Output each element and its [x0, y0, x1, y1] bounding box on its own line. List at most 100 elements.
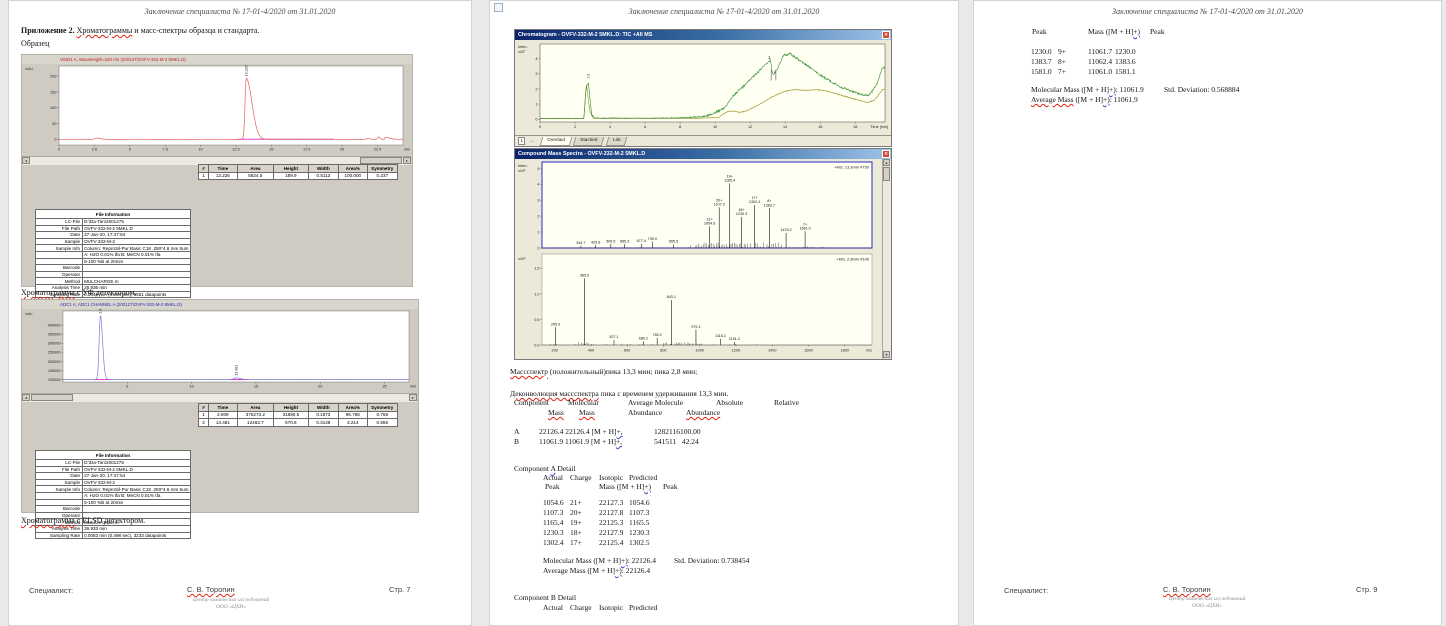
fileinfo-row: A: H2O 0.01% tfa B: MeCN 0.01% tfa [36, 492, 191, 499]
org-line-1: Центр химических исследований [1117, 596, 1297, 602]
scrollbar-thumb[interactable] [883, 167, 890, 181]
tab-overlaid[interactable]: Overlaid [540, 137, 572, 146]
svg-text:10: 10 [713, 125, 717, 129]
fileinfo-value: OVFV-332-M-2 5MKL.D [82, 225, 190, 232]
col-header: Area% [339, 165, 367, 173]
scroll-up-icon[interactable] [883, 159, 890, 166]
scroll-left-icon[interactable] [22, 394, 30, 401]
page-header-title: Заключение специалиста № 17-01-4/2020 от… [9, 7, 471, 16]
cell: 1 [199, 411, 209, 419]
component-id: B [514, 437, 519, 446]
close-icon[interactable] [882, 31, 890, 39]
document-page-8[interactable]: Заключение специалиста № 17-01-4/2020 от… [489, 0, 959, 626]
scroll-down-icon[interactable] [883, 351, 890, 358]
fileinfo-title: File Information [36, 210, 191, 219]
document-page-9[interactable]: Заключение специалиста № 17-01-4/2020 от… [973, 0, 1442, 626]
fileinfo-value: 5-100 %B at 20min [82, 258, 190, 265]
cell: 12463.7 [237, 419, 274, 427]
scroll-right-icon[interactable] [409, 394, 417, 401]
cell: 2 [199, 419, 209, 427]
cell: 19+ [570, 518, 582, 527]
col-header: Width [308, 165, 338, 173]
cell: 96.786 [339, 411, 367, 419]
average-mass-line: Average Mass ([M + H]+): 22126.4 [543, 566, 650, 575]
scroll-left-icon[interactable] [22, 157, 30, 164]
svg-text:Time [min]: Time [min] [870, 125, 888, 129]
svg-text:19+: 19+ [727, 175, 733, 179]
cell: 1054.6 [629, 498, 650, 507]
window-title-bar[interactable]: Compound Mass Spectra - OVFV-332-M-2 5MK… [515, 149, 891, 159]
embedded-screenshot-elsd-chromatogram: ADC1 A, ADC1 CHANNEL A (200127\OVFV-332-… [21, 299, 419, 513]
svg-text:x10⁶: x10⁶ [518, 257, 526, 261]
col-header: # [199, 404, 209, 412]
cell: 1230.3 [543, 528, 564, 537]
fileinfo-label: Sample [36, 238, 83, 245]
svg-text:x10⁵: x10⁵ [518, 169, 526, 173]
horizontal-scrollbar[interactable] [22, 393, 417, 402]
svg-text:20: 20 [340, 148, 344, 152]
col-header: Width [308, 404, 338, 412]
fileinfo-value: A: H2O 0.01% tfa B: MeCN 0.01% tfa [82, 492, 190, 499]
fileinfo-row: 5-100 %B at 20min [36, 258, 191, 265]
page-header-title: Заключение специалиста № 17-01-4/2020 от… [490, 7, 958, 16]
integration-results-table: #TimeAreaHeightWidthArea%Symmetry12.9093… [198, 403, 398, 427]
col-header: Peak [545, 482, 560, 491]
fileinfo-value [82, 265, 190, 272]
fileinfo-label: Method [36, 278, 83, 285]
svg-text:677.4: 677.4 [637, 239, 646, 243]
uv-chromatogram-plot: 20015010050002.557.51012.51517.52022.5mi… [23, 64, 411, 156]
cell: 22125.4 [599, 538, 623, 547]
svg-text:5: 5 [126, 385, 128, 389]
tab-list[interactable]: List [605, 137, 627, 146]
svg-text:0: 0 [535, 118, 537, 122]
cell: 22127.8 [599, 508, 623, 517]
svg-text:509.5: 509.5 [606, 239, 615, 243]
fileinfo-label [36, 258, 83, 265]
close-icon[interactable] [882, 150, 890, 158]
svg-text:17+: 17+ [751, 196, 757, 200]
col-header: Predicted [629, 603, 657, 612]
svg-text:4: 4 [609, 125, 611, 129]
svg-text:8+: 8+ [767, 199, 771, 203]
svg-text:527.1: 527.1 [609, 335, 618, 339]
svg-text:x10⁷: x10⁷ [518, 50, 526, 54]
col-header: Actual [543, 603, 563, 612]
tab-stacked[interactable]: Stacked [573, 137, 605, 146]
scrollbar-thumb[interactable] [31, 394, 73, 401]
fileinfo-value: D:\Da-Tan\2001275 [82, 219, 190, 226]
dec-rest: пика с временем удерживания 13,3 мин. [599, 389, 729, 398]
scroll-right-icon[interactable] [403, 157, 411, 164]
col-header: Мass [579, 408, 595, 417]
svg-text:425.8: 425.8 [591, 240, 600, 244]
svg-text:17.5: 17.5 [303, 148, 310, 152]
table-row: 213.48112463.7570.60.31483.2140.556 [199, 419, 398, 427]
specialist-label: Специалист: [29, 586, 73, 595]
svg-text:7+: 7+ [803, 222, 807, 226]
average-mass-line: Average Mass ([M + H]+): 11061.9 [1031, 95, 1138, 104]
document-page-7[interactable]: Заключение специалиста № 17-01-4/2020 от… [8, 0, 472, 626]
col-header: Charge [570, 603, 592, 612]
fileinfo-label: Date [36, 232, 83, 239]
fileinfo-value: OVFV-332-M-2 5MKL.D [82, 466, 190, 473]
svg-text:1581.0: 1581.0 [799, 226, 810, 230]
col-header: Height [274, 404, 309, 412]
svg-text:0.0: 0.0 [534, 343, 539, 347]
cell: 100.000 [339, 172, 367, 180]
svg-text:10: 10 [198, 148, 202, 152]
svg-text:1000: 1000 [696, 349, 704, 353]
svg-text:150000: 150000 [48, 369, 61, 373]
scrollbar-thumb[interactable] [360, 157, 402, 164]
svg-text:3: 3 [537, 199, 539, 203]
trace-index-badge: 1 [518, 137, 525, 145]
fileinfo-label: Operator [36, 271, 83, 278]
cell: 0.556 [367, 419, 398, 427]
caption-uv-rest: с УФ детектором. [75, 288, 137, 297]
appendix-rest: и масс-спектры образца и стандарта. [132, 26, 259, 35]
cell: 20+ [570, 508, 582, 517]
svg-text:1165.4: 1165.4 [724, 179, 735, 183]
vertical-scrollbar[interactable] [882, 159, 891, 359]
cell: 1230.3 [629, 528, 650, 537]
window-title-bar[interactable]: Chromatogram - OVFV-332-M-2 5MKL.D: TIC … [515, 30, 891, 40]
col-header: Molecular [568, 398, 599, 407]
svg-text:0: 0 [58, 148, 60, 152]
